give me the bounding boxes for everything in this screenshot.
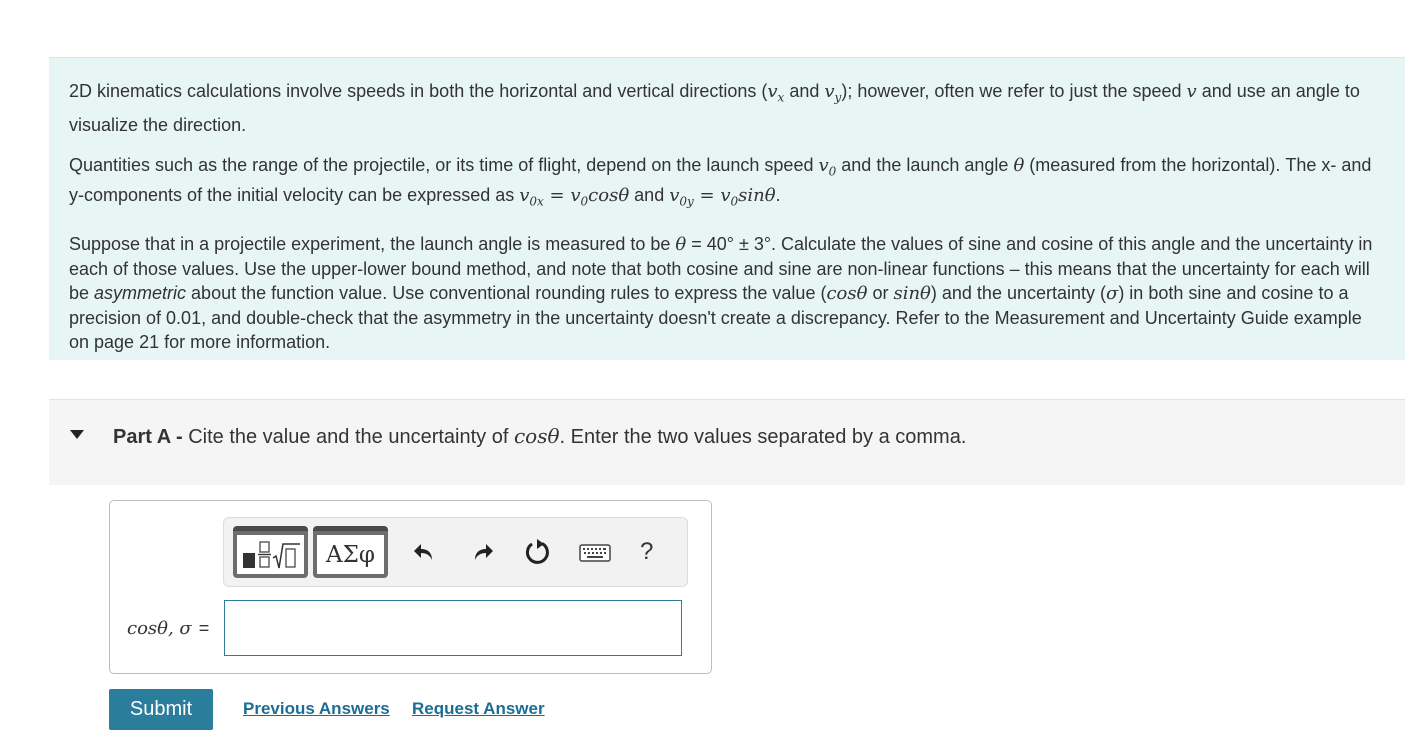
problem-intro: 2D kinematics calculations involve speed… xyxy=(49,57,1405,360)
symbols-button[interactable]: ΑΣφ xyxy=(313,526,388,578)
previous-answers-link[interactable]: Previous Answers xyxy=(243,699,390,719)
undo-icon[interactable] xyxy=(412,540,436,564)
templates-icon xyxy=(237,535,304,574)
math-vx: vx xyxy=(767,81,785,105)
text: 2D kinematics calculations involve speed… xyxy=(69,81,768,101)
redo-icon[interactable] xyxy=(471,540,495,564)
intro-paragraph-3: Suppose that in a projectile experiment,… xyxy=(69,232,1385,354)
text: Quantities such as the range of the proj… xyxy=(69,154,819,175)
collapse-caret-icon[interactable] xyxy=(70,430,84,439)
math-theta: θ xyxy=(1013,154,1025,176)
intro-paragraph-1: 2D kinematics calculations involve speed… xyxy=(69,78,1385,139)
math-sin-theta: sinθ xyxy=(893,282,931,304)
math-theta: θ xyxy=(675,233,687,255)
part-a-header[interactable]: Part A - Cite the value and the uncertai… xyxy=(49,399,1405,485)
part-a-prompt: Part A - Cite the value and the uncertai… xyxy=(113,424,966,449)
math-cos-theta: cosθ xyxy=(826,282,868,304)
text: Suppose that in a projectile experiment,… xyxy=(69,233,676,254)
keyboard-icon[interactable] xyxy=(579,544,611,562)
request-answer-link[interactable]: Request Answer xyxy=(412,699,545,719)
math-v0: v0 xyxy=(818,154,837,179)
text: ) and the uncertainty ( xyxy=(930,282,1107,303)
answer-label-math: cosθ, σ xyxy=(127,618,192,639)
math-v: v xyxy=(1186,81,1197,102)
math-vy: vy xyxy=(824,81,842,105)
intro-paragraph-2: Quantities such as the range of the proj… xyxy=(69,153,1385,214)
emphasis-asymmetric: asymmetric xyxy=(94,282,187,303)
templates-button[interactable] xyxy=(233,526,308,578)
symbols-label: ΑΣφ xyxy=(326,541,375,568)
text: . Enter the two values separated by a co… xyxy=(559,426,967,448)
text: . xyxy=(775,185,781,206)
text: Cite the value and the uncertainty of xyxy=(188,426,514,448)
math-toolbar: ΑΣφ ? xyxy=(223,517,688,587)
text: or xyxy=(867,282,894,303)
answer-box: ΑΣφ ? cosθ, σ = xyxy=(109,500,712,674)
answer-label: cosθ, σ = xyxy=(127,618,209,639)
reset-icon[interactable] xyxy=(524,538,552,566)
answer-label-equals: = xyxy=(193,618,210,638)
part-label: Part A - xyxy=(113,426,189,448)
math-v0x-equation: v0x = v0cosθ xyxy=(519,185,630,209)
text: and xyxy=(629,185,670,206)
text: about the function value. Use convention… xyxy=(186,282,827,303)
math-sigma: σ xyxy=(1106,282,1119,304)
help-button[interactable]: ? xyxy=(640,538,653,566)
text: and the launch angle xyxy=(836,154,1014,175)
text: and xyxy=(784,81,825,101)
math-v0y-equation: v0y = v0sinθ xyxy=(669,185,776,209)
answer-input[interactable] xyxy=(224,600,682,656)
math-cos-theta: cosθ xyxy=(513,424,560,448)
text: ); however, often we refer to just the s… xyxy=(841,81,1187,101)
submit-button[interactable]: Submit xyxy=(109,689,213,730)
